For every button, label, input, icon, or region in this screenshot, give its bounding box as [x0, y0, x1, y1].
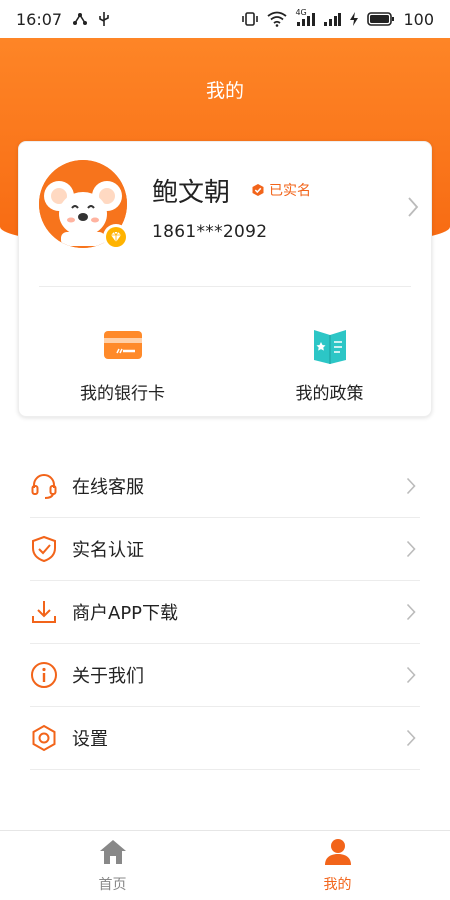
bottom-tab-bar: 首页 我的 [0, 830, 450, 900]
bank-card-icon [19, 325, 226, 365]
menu-item-label: 商户APP下载 [72, 603, 179, 624]
menu-item-label: 关于我们 [72, 666, 144, 687]
tab-mine[interactable]: 我的 [225, 831, 450, 900]
verified-label: 已实名 [269, 183, 311, 199]
chevron-right-icon [404, 603, 418, 621]
info-icon [30, 661, 58, 689]
menu-item-customer-service[interactable]: 在线客服 [30, 455, 420, 518]
tab-label: 我的 [323, 876, 352, 893]
battery-icon [367, 11, 395, 27]
signal-tag: 4G [295, 8, 307, 17]
quick-link-bank-card[interactable]: 我的银行卡 [19, 325, 226, 404]
profile-chevron-icon[interactable] [407, 196, 419, 222]
policy-book-icon [226, 325, 433, 365]
chevron-right-icon [404, 729, 418, 747]
chevron-right-icon [404, 540, 418, 558]
profile-card: 鲍文朝 已实名 1861***2092 我的银行卡 我的政策 [18, 141, 432, 417]
phone-number: 1861***2092 [152, 222, 268, 242]
menu-item-about-us[interactable]: 关于我们 [30, 644, 420, 707]
download-icon [30, 598, 58, 626]
charging-icon [349, 11, 359, 27]
menu-item-settings[interactable]: 设置 [30, 707, 420, 770]
menu-item-label: 在线客服 [72, 477, 144, 498]
signal-4g-icon: 4G [295, 8, 316, 27]
status-bar: 16:07 4G 100 [0, 0, 450, 38]
verified-badge: 已实名 [251, 180, 311, 200]
card-divider [39, 286, 411, 287]
menu-list: 在线客服 实名认证 商户APP下载 关于我们 设置 [30, 455, 420, 770]
tab-label: 首页 [98, 876, 127, 893]
chevron-right-icon [404, 666, 418, 684]
vibrate-icon [241, 11, 259, 27]
menu-item-real-name[interactable]: 实名认证 [30, 518, 420, 581]
battery-level: 100 [403, 9, 434, 29]
signal-icon [323, 11, 342, 27]
quick-link-policy[interactable]: 我的政策 [226, 325, 433, 404]
diamond-icon [103, 224, 129, 250]
headset-icon [30, 472, 58, 500]
menu-item-app-download[interactable]: 商户APP下载 [30, 581, 420, 644]
shield-check-icon [30, 535, 58, 563]
wifi-icon [267, 11, 288, 27]
settings-hex-icon [30, 724, 58, 752]
quick-link-label: 我的政策 [295, 384, 364, 404]
chevron-right-icon [404, 477, 418, 495]
usb-icon [98, 11, 110, 27]
quick-link-label: 我的银行卡 [80, 384, 165, 404]
user-name: 鲍文朝 [152, 178, 231, 208]
user-icon [323, 838, 353, 870]
share-icon [72, 11, 88, 27]
tab-home[interactable]: 首页 [0, 831, 225, 900]
verified-icon [252, 184, 264, 196]
menu-item-label: 设置 [72, 729, 108, 750]
status-time: 16:07 [16, 9, 63, 29]
menu-item-label: 实名认证 [72, 540, 144, 561]
home-icon [98, 838, 128, 870]
page-title: 我的 [205, 80, 244, 102]
